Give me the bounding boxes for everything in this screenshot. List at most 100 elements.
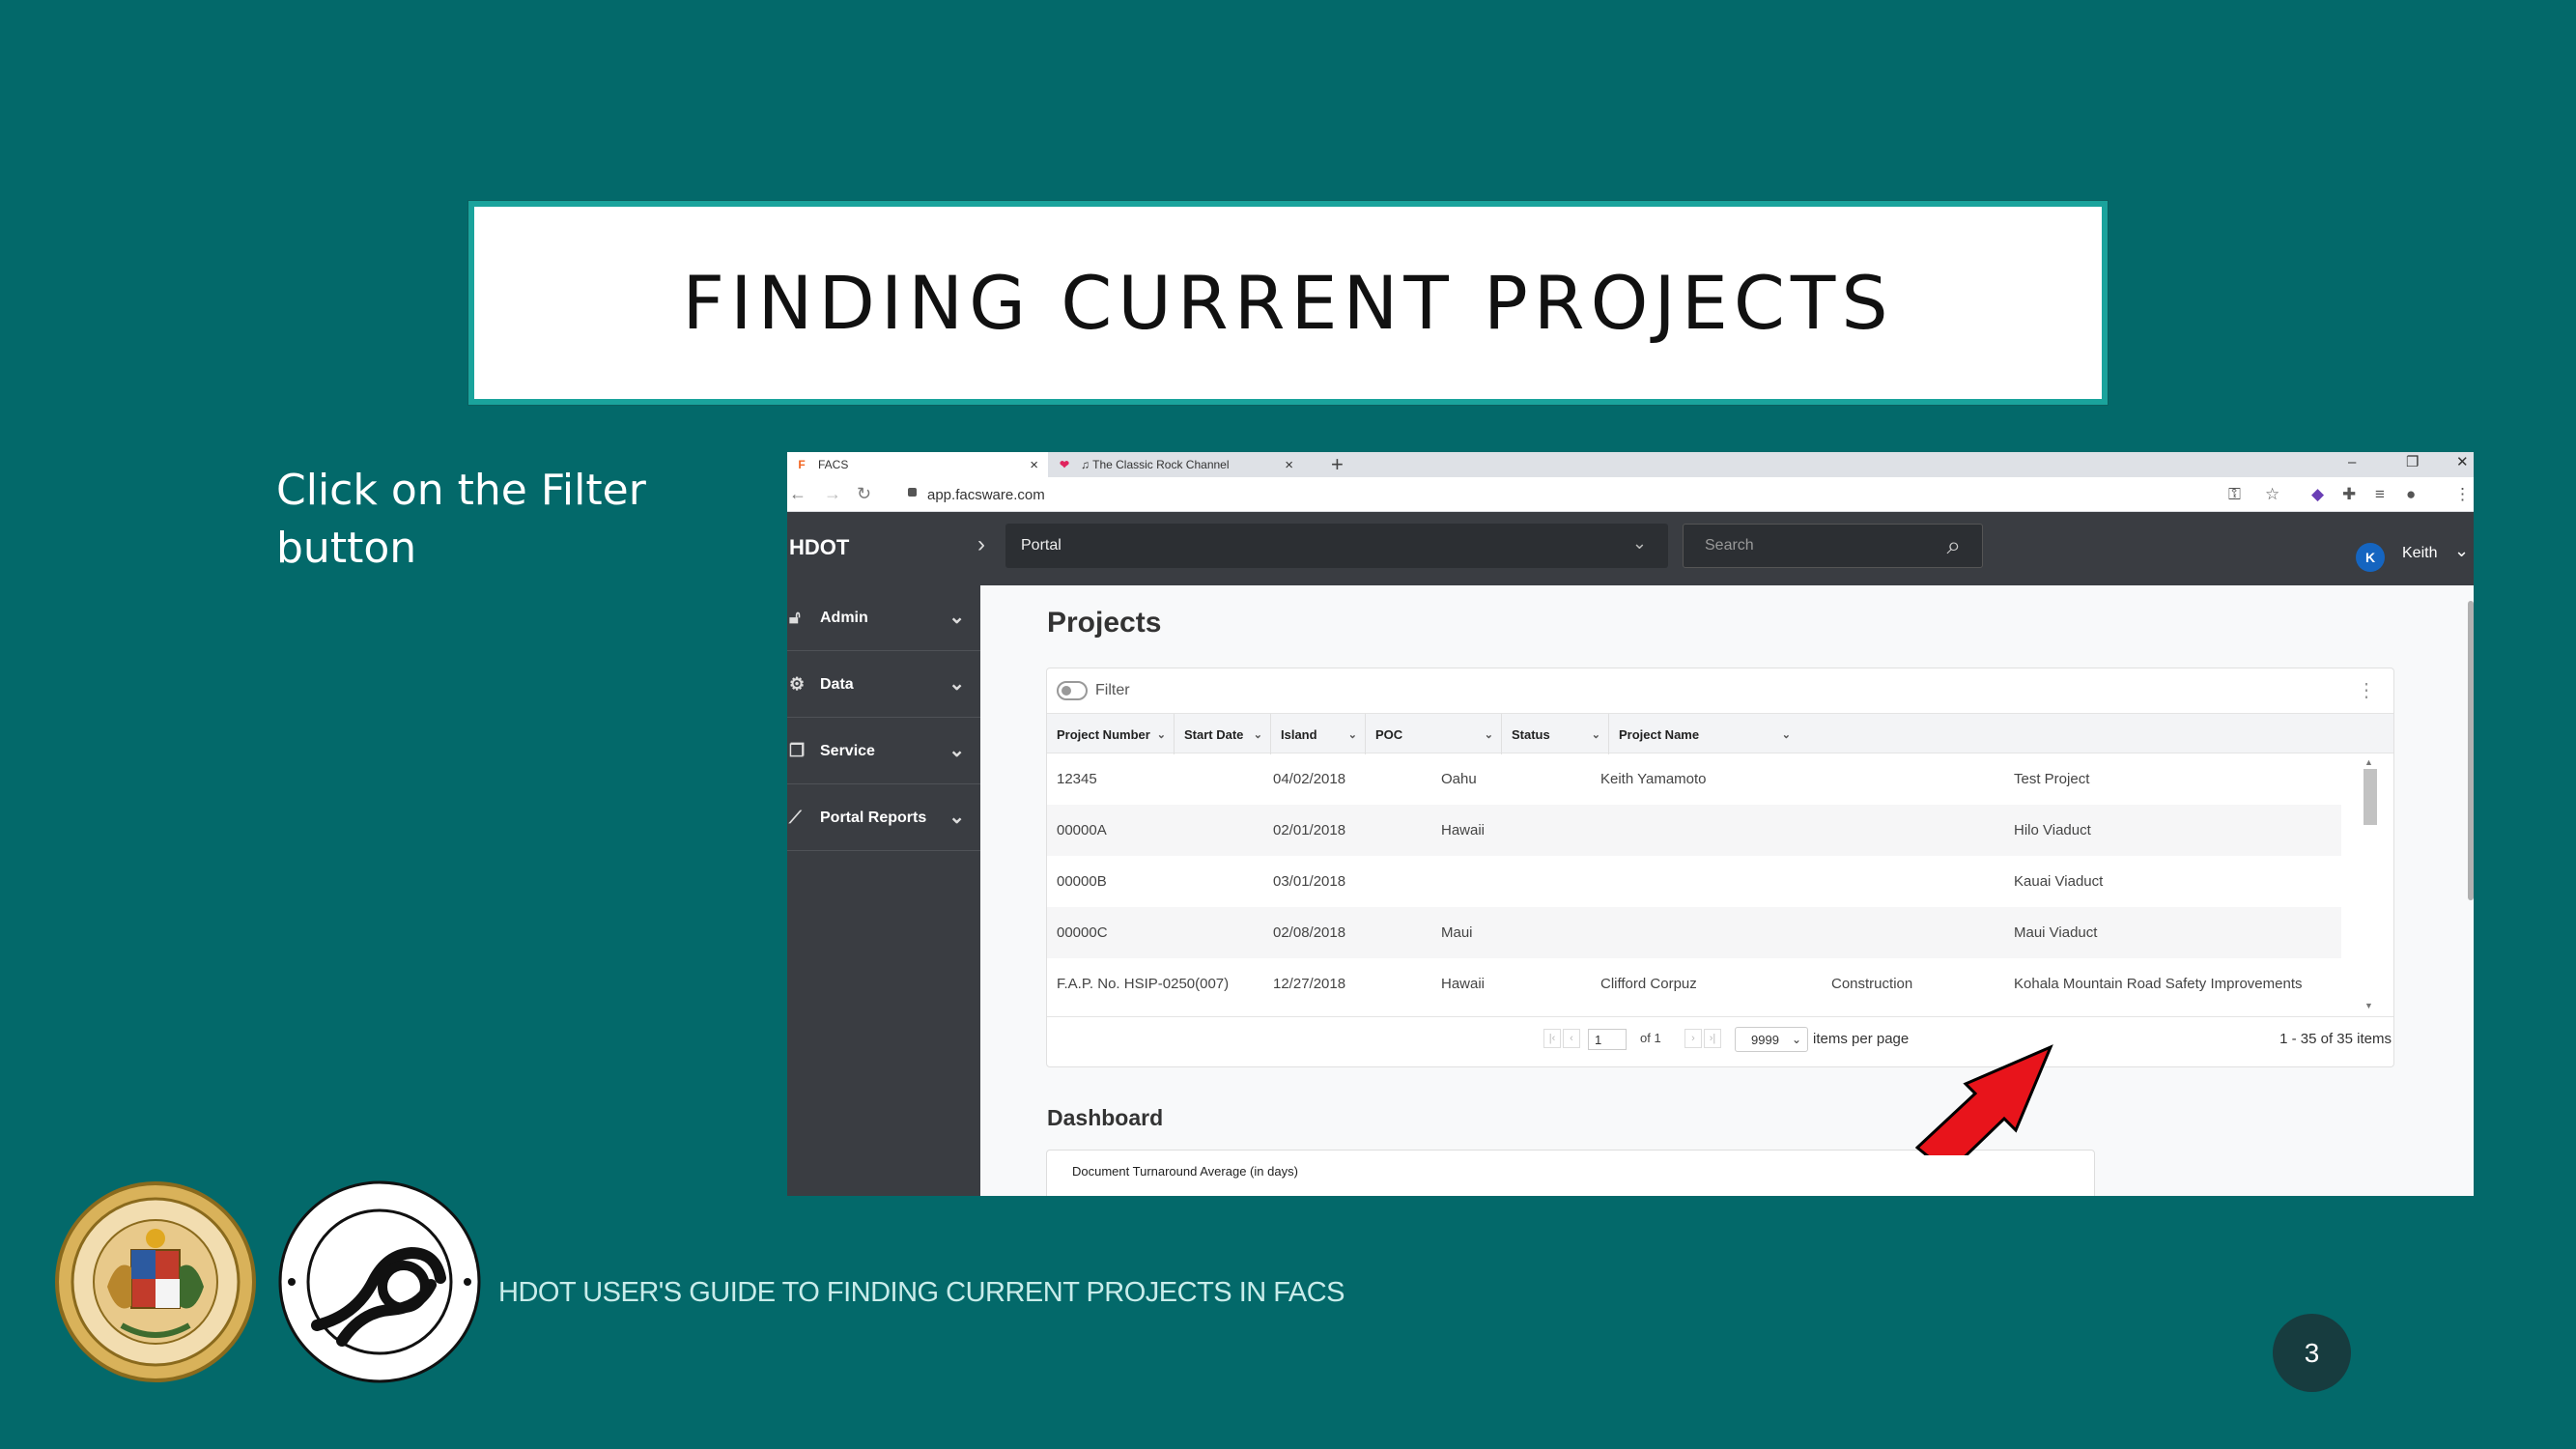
reload-icon[interactable]: ↻ bbox=[857, 484, 871, 504]
gears-icon: ⚙ bbox=[789, 674, 806, 694]
cell-island: Hawaii bbox=[1441, 976, 1486, 992]
chevron-down-icon: ⌄ bbox=[1347, 728, 1357, 741]
page-number-input[interactable]: 1 bbox=[1588, 1029, 1627, 1050]
browser-tabstrip: F FACS × ❤ ♫ The Classic Rock Channel × … bbox=[787, 452, 2474, 477]
address-bar[interactable]: app.facsware.com bbox=[898, 481, 2250, 508]
table-body: 12345 04/02/2018 Oahu Keith Yamamoto Tes… bbox=[1047, 753, 2341, 1007]
grid-menu-icon[interactable]: ⋮ bbox=[2357, 678, 2376, 702]
chevron-down-icon: ⌄ bbox=[948, 673, 965, 695]
user-name[interactable]: Keith bbox=[2402, 545, 2437, 562]
cell-island: Maui bbox=[1441, 924, 1473, 941]
column-label: Project Number bbox=[1057, 726, 1150, 742]
search-input[interactable]: Search ⌕ bbox=[1683, 524, 1983, 568]
column-header-status[interactable]: Status ⌄ bbox=[1502, 714, 1609, 754]
minimize-icon[interactable]: – bbox=[2348, 452, 2356, 473]
cell-project-number: 00000A bbox=[1057, 822, 1107, 838]
slide-title: FINDING CURRENT PROJECTS bbox=[682, 260, 1894, 346]
state-of-hawaii-seal-icon bbox=[55, 1181, 256, 1382]
bookmark-star-icon[interactable]: ☆ bbox=[2265, 485, 2279, 504]
table-scrollbar[interactable]: ▲ ▼ bbox=[2361, 757, 2378, 1010]
sidebar-item-portal-reports[interactable]: ⟋ Portal Reports ⌄ bbox=[787, 785, 980, 851]
screenshot: F FACS × ❤ ♫ The Classic Rock Channel × … bbox=[787, 452, 2474, 1196]
back-icon[interactable]: ← bbox=[789, 484, 807, 504]
table-row[interactable]: 12345 04/02/2018 Oahu Keith Yamamoto Tes… bbox=[1047, 753, 2341, 805]
browser-tab-music[interactable]: ❤ ♫ The Classic Rock Channel × bbox=[1050, 452, 1303, 477]
filter-button[interactable]: Filter bbox=[1057, 678, 1130, 703]
column-header-project-name[interactable]: Project Name ⌄ bbox=[1609, 714, 1798, 754]
app-header: HDOT › Portal ⌄ Search ⌕ K Keith ⌄ bbox=[787, 512, 2474, 585]
first-page-icon[interactable]: |‹ bbox=[1543, 1029, 1561, 1048]
table-header: Project Number ⌄ Start Date ⌄ Island ⌄ P… bbox=[1047, 713, 2393, 754]
cell-poc bbox=[1591, 907, 1600, 958]
prev-page-icon[interactable]: ‹ bbox=[1563, 1029, 1580, 1048]
column-header-start-date[interactable]: Start Date ⌄ bbox=[1175, 714, 1271, 754]
next-page-icon[interactable]: › bbox=[1684, 1029, 1702, 1048]
avatar[interactable]: K bbox=[2356, 543, 2385, 572]
media-queue-icon[interactable]: ≡ bbox=[2375, 485, 2385, 504]
cell-status bbox=[1822, 856, 1831, 907]
key-icon[interactable]: ⚿ bbox=[2228, 485, 2241, 504]
cell-start-date: 03/01/2018 bbox=[1273, 873, 1346, 890]
chevron-down-icon: ⌄ bbox=[1631, 533, 1647, 553]
cell-project-name: Kohala Mountain Road Safety Improvements bbox=[2014, 976, 2303, 992]
extension-icon[interactable]: ◆ bbox=[2311, 485, 2324, 504]
instruction-text: Click on the Filter button bbox=[276, 466, 646, 573]
scroll-down-icon[interactable]: ▼ bbox=[2364, 1001, 2373, 1010]
cell-start-date: 04/02/2018 bbox=[1273, 771, 1346, 787]
column-header-island[interactable]: Island ⌄ bbox=[1271, 714, 1366, 754]
profile-icon[interactable]: ● bbox=[2406, 485, 2416, 504]
scroll-up-icon[interactable]: ▲ bbox=[2364, 757, 2373, 767]
sidebar-item-admin[interactable]: 🔓︎ Admin ⌄ bbox=[787, 585, 980, 651]
page-number-badge: 3 bbox=[2273, 1314, 2351, 1392]
sidebar-item-service[interactable]: ❐ Service ⌄ bbox=[787, 719, 980, 784]
chevron-right-icon[interactable]: › bbox=[977, 531, 985, 558]
chevron-down-icon: ⌄ bbox=[948, 807, 965, 828]
table-row[interactable]: F.A.P. No. HSIP-0250(007) 12/27/2018 Haw… bbox=[1047, 958, 2341, 1007]
new-tab-button[interactable]: + bbox=[1331, 452, 1344, 477]
table-row[interactable]: 00000B 03/01/2018 Kauai Viaduct bbox=[1047, 856, 2341, 907]
restore-icon[interactable]: ❐ bbox=[2406, 452, 2419, 473]
filter-label[interactable]: Filter bbox=[1095, 682, 1130, 699]
chevron-down-icon[interactable]: ⌄ bbox=[2454, 541, 2469, 561]
close-window-icon[interactable]: ✕ bbox=[2456, 452, 2469, 473]
search-icon[interactable]: ⌕ bbox=[1946, 530, 1961, 561]
sidebar-item-label: Portal Reports bbox=[820, 809, 927, 826]
browser-toolbar: ← → ↻ app.facsware.com ⚿ ☆ ◆ ✚ ≡ ● ⋮ bbox=[787, 477, 2474, 512]
dashboard-title: Dashboard bbox=[1047, 1105, 1164, 1130]
column-header-poc[interactable]: POC ⌄ bbox=[1366, 714, 1502, 754]
page-size-select[interactable]: 9999 ⌄ bbox=[1735, 1027, 1808, 1052]
close-tab-icon[interactable]: × bbox=[1030, 457, 1038, 473]
close-tab-icon[interactable]: × bbox=[1285, 457, 1293, 473]
cell-project-name: Kauai Viaduct bbox=[2014, 873, 2104, 890]
app-brand[interactable]: HDOT bbox=[789, 535, 849, 560]
table-row[interactable]: 00000A 02/01/2018 Hawaii Hilo Viaduct bbox=[1047, 805, 2341, 856]
column-label: Status bbox=[1512, 726, 1550, 742]
cell-island bbox=[1431, 856, 1441, 907]
cell-project-number: 00000B bbox=[1057, 873, 1107, 890]
cell-status bbox=[1822, 753, 1831, 805]
sidebar-item-data[interactable]: ⚙ Data ⌄ bbox=[787, 652, 980, 718]
cell-poc bbox=[1591, 856, 1600, 907]
filter-toggle[interactable] bbox=[1057, 681, 1088, 700]
portal-select-value: Portal bbox=[1021, 537, 1062, 554]
cell-poc: Clifford Corpuz bbox=[1600, 976, 1697, 992]
heart-icon: ❤ bbox=[1059, 458, 1070, 471]
last-page-icon[interactable]: ›| bbox=[1704, 1029, 1721, 1048]
portal-select[interactable]: Portal ⌄ bbox=[1005, 524, 1668, 568]
sidebar-item-label: Admin bbox=[820, 609, 868, 626]
puzzle-icon[interactable]: ✚ bbox=[2342, 485, 2356, 504]
menu-kebab-icon[interactable]: ⋮ bbox=[2454, 485, 2471, 504]
table-row[interactable]: 00000C 02/08/2018 Maui Maui Viaduct bbox=[1047, 907, 2341, 958]
sidebar-item-label: Service bbox=[820, 742, 875, 759]
forward-icon[interactable]: → bbox=[824, 484, 841, 504]
cell-project-number: 12345 bbox=[1057, 771, 1097, 787]
browser-tab-facs[interactable]: F FACS × bbox=[787, 452, 1048, 477]
scroll-thumb[interactable] bbox=[2364, 769, 2377, 825]
chevron-down-icon: ⌄ bbox=[1791, 1033, 1801, 1046]
cell-status bbox=[1822, 805, 1831, 856]
column-header-project-number[interactable]: Project Number ⌄ bbox=[1047, 714, 1175, 754]
item-count: 1 - 35 of 35 items bbox=[2279, 1031, 2392, 1047]
page-scrollbar[interactable] bbox=[2468, 601, 2474, 900]
cell-project-name: Hilo Viaduct bbox=[2014, 822, 2091, 838]
sidebar: 🔓︎ Admin ⌄ ⚙ Data ⌄ ❐ Service ⌄ ⟋ Portal… bbox=[787, 585, 980, 1196]
